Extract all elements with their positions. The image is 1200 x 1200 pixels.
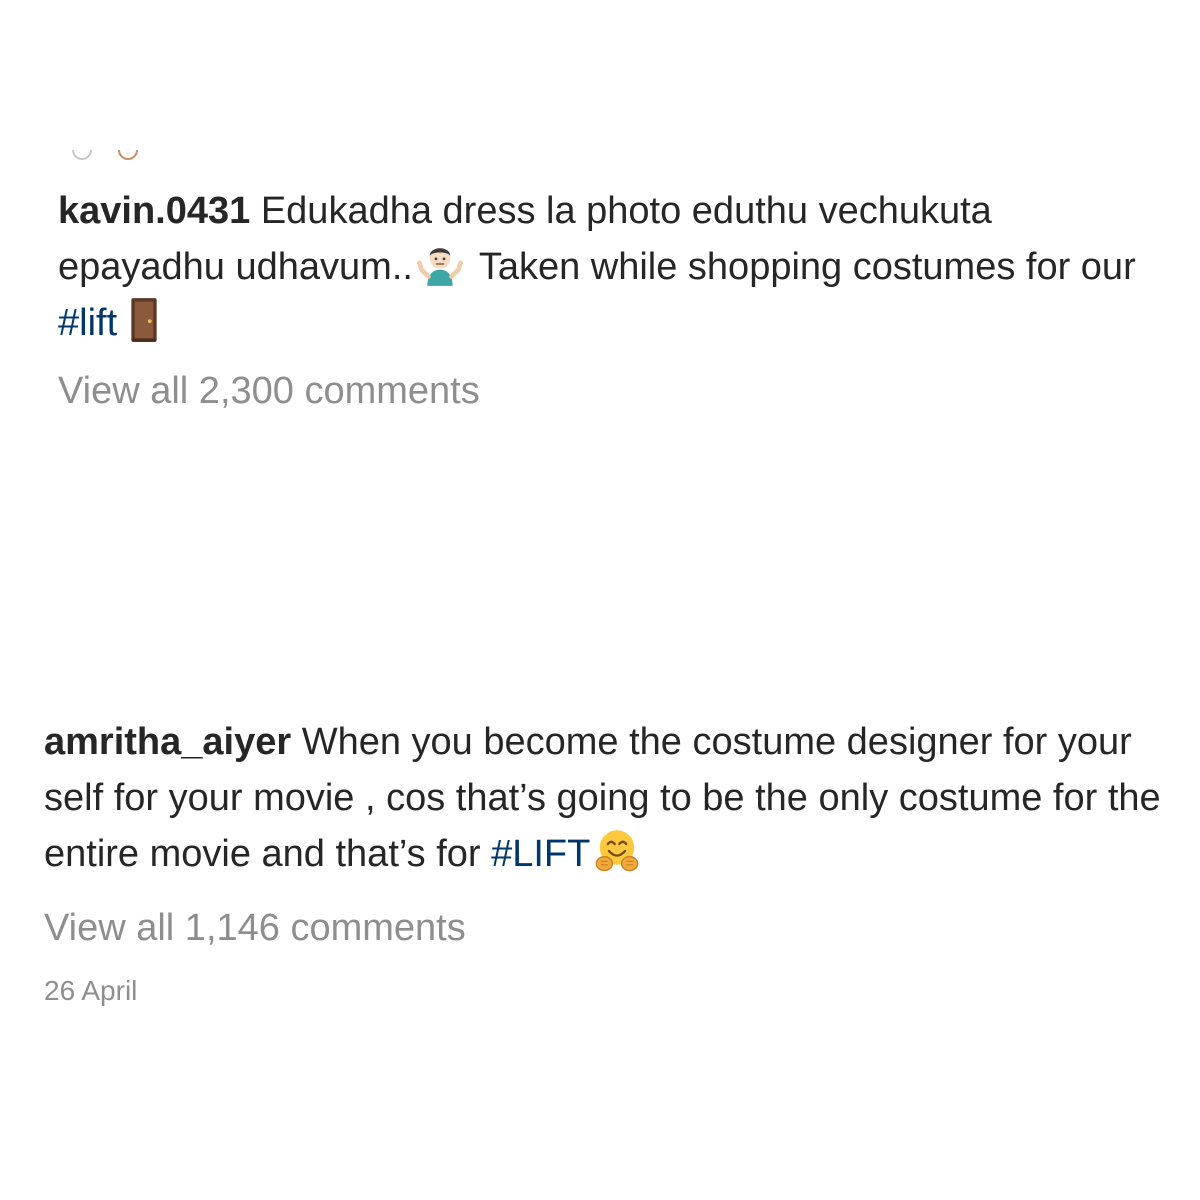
hugging-face-icon xyxy=(595,830,639,872)
hashtag-lift-link[interactable]: #LIFT xyxy=(491,833,590,875)
person-shrugging-icon xyxy=(416,247,463,286)
username-link[interactable]: kavin.0431 xyxy=(58,190,250,232)
username-link[interactable]: amritha_aiyer xyxy=(44,721,291,763)
cropped-avatar-edge xyxy=(66,150,156,162)
post-caption: amritha_aiyer When you become the costum… xyxy=(44,714,1174,882)
door-icon xyxy=(131,298,157,342)
view-all-comments-link[interactable]: View all 1,146 comments xyxy=(44,905,466,951)
view-all-comments-link[interactable]: View all 2,300 comments xyxy=(58,368,480,414)
post-caption: kavin.0431 Edukadha dress la photo eduth… xyxy=(58,183,1168,351)
hashtag-lift-link[interactable]: #lift xyxy=(58,302,117,344)
post-timestamp: 26 April xyxy=(44,975,138,1006)
caption-text-continued: Taken while shopping costumes for our xyxy=(478,246,1136,288)
